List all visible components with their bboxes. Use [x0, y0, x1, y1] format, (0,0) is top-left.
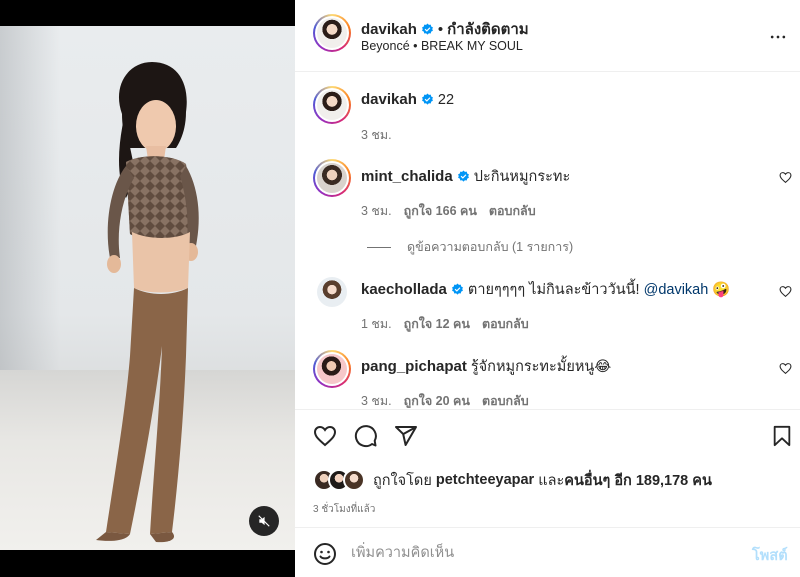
likes-prefix: ถูกใจโดย — [373, 472, 432, 489]
comment-emoji: 🤪 — [712, 282, 731, 298]
comment-like-icon[interactable] — [779, 171, 792, 184]
comment-text: pang_pichapat รู้จักหมูกระทะมั้ยหนู😂 — [361, 355, 611, 378]
commenter-avatar[interactable] — [313, 159, 351, 197]
likes-summary: ถูกใจโดย petchteeyapar และ คนอื่นๆ อีก 18… — [313, 468, 712, 492]
heart-icon[interactable] — [313, 424, 337, 448]
commenter-avatar[interactable] — [313, 350, 351, 388]
post-actions: ถูกใจโดย petchteeyapar และ คนอื่นๆ อีก 18… — [295, 409, 800, 529]
comment-like-icon[interactable] — [779, 362, 792, 375]
post-time[interactable]: 3 ชั่วโมงที่แล้ว — [313, 502, 375, 517]
commenter-username[interactable]: pang_pichapat — [361, 358, 467, 375]
caption-body: 22 — [437, 92, 455, 108]
comment-like-icon[interactable] — [779, 285, 792, 298]
comment-input[interactable] — [351, 538, 731, 568]
author-line: davikah • กำลังติดตาม — [361, 17, 529, 41]
separator-dot: • — [437, 21, 444, 38]
reply-button[interactable]: ตอบกลับ — [489, 204, 536, 218]
bookmark-icon[interactable] — [771, 424, 793, 448]
mute-button[interactable] — [249, 506, 279, 536]
likes-count[interactable]: คนอื่นๆ อีก 189,178 คน — [564, 469, 712, 492]
post-detail-panel: davikah • กำลังติดตาม Beyoncé • BREAK MY S… — [295, 0, 800, 577]
comment-body: รู้จักหมูกระทะมั้ยหนู😂 — [470, 359, 612, 375]
liker-username[interactable]: petchteeyapar — [436, 472, 534, 488]
more-options-icon[interactable] — [768, 27, 788, 47]
comment-likes[interactable]: ถูกใจ 20 คน — [404, 394, 470, 408]
likes-joiner: และ — [538, 472, 565, 489]
liker-avatars — [313, 468, 369, 492]
comment-body: ตายๆๆๆๆ ไม่กินละข้าววันนี้! — [467, 282, 640, 298]
share-icon[interactable] — [394, 424, 418, 448]
reply-button[interactable]: ตอบกลับ — [482, 317, 529, 331]
post-comment-button[interactable]: โพสต์ — [752, 544, 788, 567]
audio-track[interactable]: Beyoncé • BREAK MY SOUL — [361, 39, 523, 53]
comment-icon[interactable] — [354, 424, 378, 448]
post-header: davikah • กำลังติดตาม Beyoncé • BREAK MY S… — [295, 0, 800, 72]
commenter-username[interactable]: mint_chalida — [361, 168, 453, 185]
post-video[interactable] — [0, 26, 295, 550]
verified-badge-icon — [451, 283, 463, 295]
commenter-username[interactable]: kaechollada — [361, 281, 447, 298]
comment-time[interactable]: 1 ชม. — [361, 317, 392, 331]
liker-avatar — [343, 469, 365, 491]
comment-time[interactable]: 3 ชม. — [361, 204, 392, 218]
emoji-icon[interactable] — [313, 542, 337, 566]
commenter-avatar[interactable] — [313, 273, 351, 311]
comment-likes[interactable]: ถูกใจ 166 คน — [404, 204, 477, 218]
mention-link[interactable]: @davikah — [644, 282, 709, 298]
comment-meta: 1 ชม. ถูกใจ 12 คน ตอบกลับ — [361, 314, 541, 334]
replies-line — [367, 247, 391, 249]
verified-badge-icon — [457, 170, 469, 182]
view-replies-button[interactable]: ดูข้อความตอบกลับ (1 รายการ) — [367, 237, 573, 257]
caption-time: 3 ชม. — [361, 128, 392, 142]
comment-text: mint_chalida ปะกินหมูกระทะ — [361, 165, 570, 188]
comment-text: kaechollada ตายๆๆๆๆ ไม่กินละข้าววันนี้! … — [361, 278, 730, 301]
author-username[interactable]: davikah — [361, 21, 417, 38]
verified-badge-icon — [421, 23, 433, 35]
comments-scroll[interactable]: davikah 22 3 ชม. mint_chalida ปะกินหมูกร… — [295, 73, 800, 408]
mute-icon — [258, 515, 270, 527]
caption-text: davikah 22 — [361, 91, 454, 108]
author-avatar[interactable] — [313, 14, 351, 52]
comment-composer: โพสต์ — [295, 527, 800, 577]
comment-likes[interactable]: ถูกใจ 12 คน — [404, 317, 470, 331]
comment-meta: 3 ชม. ถูกใจ 20 คน ตอบกลับ — [361, 391, 541, 408]
comment-meta: 3 ชม. ถูกใจ 166 คน ตอบกลับ — [361, 201, 548, 221]
caption-avatar[interactable] — [313, 86, 351, 124]
caption-username[interactable]: davikah — [361, 91, 417, 108]
comment-body: ปะกินหมูกระทะ — [473, 169, 571, 185]
verified-badge-icon — [421, 93, 433, 105]
comment-time[interactable]: 3 ชม. — [361, 394, 392, 408]
post-media — [0, 0, 295, 577]
following-status[interactable]: กำลังติดตาม — [447, 21, 529, 38]
reply-button[interactable]: ตอบกลับ — [482, 394, 529, 408]
model-figure — [96, 62, 199, 543]
